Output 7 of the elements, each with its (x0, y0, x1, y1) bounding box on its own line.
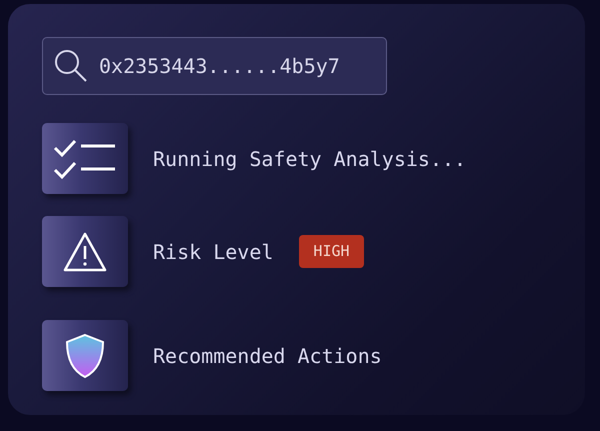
shield-icon (64, 332, 106, 378)
step-label: Risk Level (153, 238, 274, 266)
warning-icon (63, 232, 107, 272)
search-field[interactable]: 0x2353443......4b5y7 (42, 37, 387, 95)
step-label: Recommended Actions (153, 342, 382, 370)
step-label: Running Safety Analysis... (153, 146, 466, 172)
risk-level-tag: HIGH (299, 235, 364, 268)
